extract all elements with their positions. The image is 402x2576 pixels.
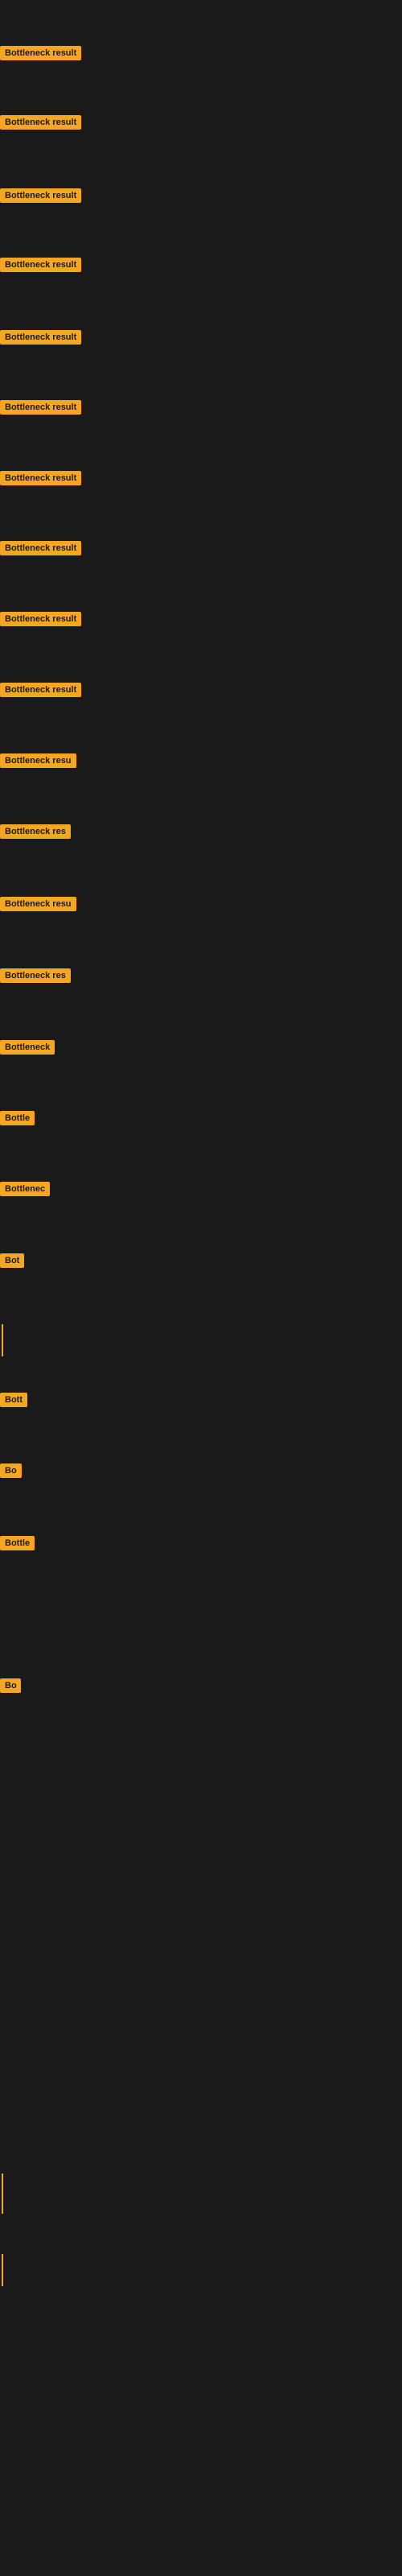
bottleneck-badge[interactable]: Bottleneck: [0, 1040, 55, 1055]
bottleneck-badge[interactable]: Bottleneck result: [0, 330, 81, 345]
bottleneck-badge[interactable]: Bottleneck result: [0, 115, 81, 130]
bottleneck-result-row: Bot: [0, 1253, 24, 1272]
bottleneck-result-row: Bottleneck resu: [0, 897, 76, 915]
bottleneck-result-row: Bottleneck result: [0, 115, 81, 134]
bottleneck-result-row: Bottleneck result: [0, 46, 81, 64]
bottleneck-badge[interactable]: Bottleneck result: [0, 188, 81, 203]
bottleneck-badge[interactable]: Bottleneck resu: [0, 753, 76, 768]
vertical-line-indicator: [2, 2174, 3, 2214]
bottleneck-result-row: Bottle: [0, 1536, 35, 1554]
bottleneck-result-row: Bottleneck resu: [0, 753, 76, 772]
bottleneck-badge[interactable]: Bottleneck result: [0, 471, 81, 485]
bottleneck-result-row: Bottleneck result: [0, 400, 81, 419]
bottleneck-result-row: Bottleneck result: [0, 330, 81, 349]
bottleneck-badge[interactable]: Bot: [0, 1253, 24, 1268]
bottleneck-badge[interactable]: Bottleneck result: [0, 46, 81, 60]
bottleneck-result-row: Bo: [0, 1463, 22, 1482]
bottleneck-badge[interactable]: Bo: [0, 1678, 21, 1693]
bottleneck-badge[interactable]: Bottleneck result: [0, 258, 81, 272]
bottleneck-badge[interactable]: Bottleneck result: [0, 683, 81, 697]
bottleneck-badge[interactable]: Bottleneck res: [0, 824, 71, 839]
bottleneck-result-row: Bottleneck result: [0, 612, 81, 630]
bottleneck-badge[interactable]: Bottleneck result: [0, 541, 81, 555]
bottleneck-result-row: Bo: [0, 1678, 21, 1697]
bottleneck-badge[interactable]: Bo: [0, 1463, 22, 1478]
bottleneck-result-row: Bottlenec: [0, 1182, 50, 1200]
bottleneck-badge[interactable]: Bottleneck res: [0, 968, 71, 983]
bottleneck-result-row: Bottleneck result: [0, 541, 81, 559]
bottleneck-result-row: Bottle: [0, 1111, 35, 1129]
bottleneck-result-row: Bott: [0, 1393, 27, 1411]
bottleneck-badge[interactable]: Bottle: [0, 1536, 35, 1550]
site-title: [0, 0, 402, 10]
bottleneck-result-row: Bottleneck result: [0, 683, 81, 701]
bottleneck-badge[interactable]: Bott: [0, 1393, 27, 1407]
vertical-line-indicator: [2, 2254, 3, 2286]
bottleneck-result-row: Bottleneck result: [0, 258, 81, 276]
bottleneck-badge[interactable]: Bottle: [0, 1111, 35, 1125]
bottleneck-badge[interactable]: Bottleneck result: [0, 612, 81, 626]
bottleneck-badge[interactable]: Bottleneck resu: [0, 897, 76, 911]
bottleneck-result-row: Bottleneck res: [0, 824, 71, 843]
bottleneck-badge[interactable]: Bottlenec: [0, 1182, 50, 1196]
bottleneck-result-row: Bottleneck: [0, 1040, 55, 1059]
bottleneck-result-row: Bottleneck result: [0, 188, 81, 207]
bottleneck-badge[interactable]: Bottleneck result: [0, 400, 81, 415]
bottleneck-result-row: Bottleneck res: [0, 968, 71, 987]
bottleneck-result-row: Bottleneck result: [0, 471, 81, 489]
vertical-line-indicator: [2, 1324, 3, 1356]
